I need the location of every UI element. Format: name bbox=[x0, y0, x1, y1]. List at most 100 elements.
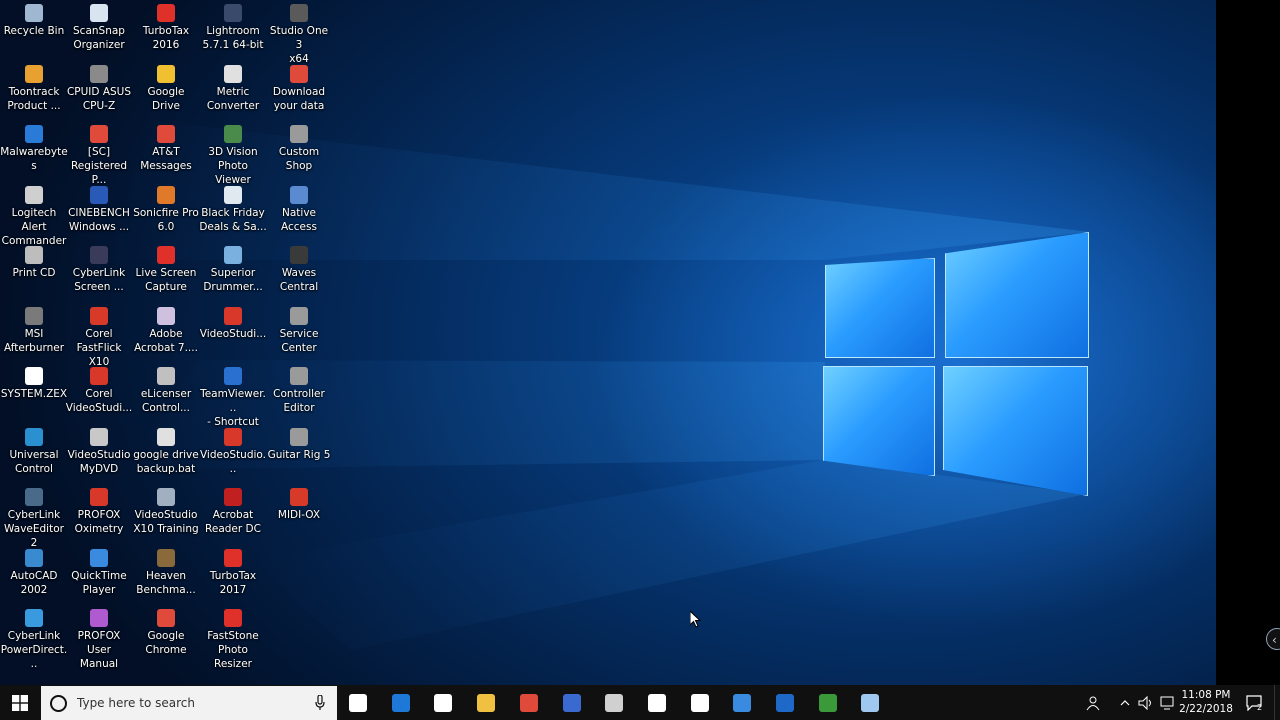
desktop-shortcut[interactable]: Black Friday Deals & Sa... bbox=[199, 185, 267, 234]
desktop-shortcut[interactable]: CPUID ASUS CPU-Z bbox=[65, 64, 133, 113]
desktop-shortcut[interactable]: Guitar Rig 5 bbox=[265, 427, 333, 462]
taskbar-search-box[interactable] bbox=[41, 686, 337, 720]
desktop-shortcut[interactable]: Google Drive bbox=[132, 64, 200, 113]
desktop-shortcut[interactable]: 3D Vision Photo Viewer bbox=[199, 125, 267, 187]
windows-logo-pane bbox=[825, 258, 935, 358]
desktop-shortcut-label: Service Center bbox=[279, 327, 319, 354]
search-input[interactable] bbox=[75, 695, 315, 711]
desktop-shortcut[interactable]: PROFOX Oximetry bbox=[65, 488, 133, 536]
desktop-shortcut[interactable]: Download your data bbox=[265, 64, 333, 113]
microphone-icon[interactable] bbox=[315, 695, 325, 711]
desktop-shortcut[interactable]: Native Access bbox=[265, 185, 333, 234]
desktop-shortcut[interactable]: Studio One 3 x64 bbox=[265, 4, 333, 66]
desktop-shortcut[interactable]: Corel VideoStudi... bbox=[65, 367, 133, 415]
paint-icon bbox=[605, 693, 624, 712]
desktop-shortcut[interactable]: [SC] Registered P... bbox=[65, 125, 133, 187]
desktop-shortcut[interactable]: VideoStudi... bbox=[199, 306, 267, 341]
volume-icon[interactable] bbox=[1136, 685, 1156, 720]
desktop-shortcut[interactable]: CyberLink PowerDirect... bbox=[0, 609, 68, 671]
desktop-shortcut[interactable]: Print CD bbox=[0, 246, 68, 280]
taskbar-app-button[interactable] bbox=[849, 685, 891, 720]
taskbar-app-button[interactable] bbox=[636, 685, 678, 720]
desktop-shortcut[interactable]: Controller Editor bbox=[265, 367, 333, 415]
chevron-up-icon[interactable] bbox=[1116, 685, 1134, 720]
desktop-shortcut[interactable]: CyberLink Screen ... bbox=[65, 246, 133, 294]
desktop-shortcut[interactable]: Universal Control bbox=[0, 427, 68, 476]
desktop-shortcut[interactable]: Recycle Bin bbox=[0, 4, 68, 38]
desktop-shortcut[interactable]: Heaven Benchma... bbox=[132, 548, 200, 597]
desktop-shortcut[interactable]: VideoStudio... bbox=[199, 427, 267, 476]
desktop-shortcut-label: Acrobat Reader DC bbox=[205, 509, 261, 535]
desktop-shortcut[interactable]: FastStone Photo Resizer bbox=[199, 609, 267, 671]
desktop-shortcut[interactable]: MIDI-OX bbox=[265, 488, 333, 522]
bat-file-icon bbox=[157, 427, 175, 446]
desktop-shortcut[interactable]: TurboTax 2017 bbox=[199, 548, 267, 597]
desktop-shortcut[interactable]: AT&T Messages bbox=[132, 125, 200, 173]
pdf-icon bbox=[90, 609, 108, 627]
desktop-shortcut[interactable]: google drive backup.bat bbox=[132, 427, 200, 476]
desktop-shortcut[interactable]: Malwarebytes bbox=[0, 125, 68, 173]
desktop-shortcut-label: CyberLink Screen ... bbox=[72, 267, 126, 293]
taskbar-app-button[interactable] bbox=[465, 685, 507, 720]
taskbar: 11:08 PM 2/22/2018 2 bbox=[0, 685, 1280, 720]
desktop-shortcut[interactable]: Toontrack Product ... bbox=[0, 64, 68, 113]
desktop-shortcut[interactable]: SYSTEM.ZEX bbox=[0, 367, 68, 401]
desktop-shortcut[interactable]: TeamViewer... - Shortcut bbox=[199, 367, 267, 429]
notification-icon: 2 bbox=[1246, 694, 1262, 711]
taskbar-app-button[interactable] bbox=[508, 685, 550, 720]
desktop-shortcut[interactable]: Sonicfire Pro 6.0 bbox=[132, 185, 200, 234]
print-cd-icon bbox=[25, 246, 43, 264]
desktop-shortcut[interactable]: MSI Afterburner bbox=[0, 306, 68, 355]
desktop-shortcut[interactable]: Live Screen Capture bbox=[132, 246, 200, 294]
taskbar-app-button[interactable] bbox=[380, 685, 422, 720]
desktop-shortcut-label: CyberLink PowerDirect... bbox=[0, 630, 68, 670]
native-access-icon bbox=[290, 185, 308, 204]
taskbar-app-button[interactable] bbox=[764, 685, 806, 720]
desktop-shortcut[interactable]: AutoCAD 2002 bbox=[0, 548, 68, 597]
3d-vision-icon bbox=[224, 125, 242, 143]
desktop-shortcut[interactable]: Corel FastFlick X10 bbox=[65, 306, 133, 369]
desktop-shortcut[interactable]: TurboTax 2016 bbox=[132, 4, 200, 52]
desktop-shortcut[interactable]: Metric Converter bbox=[199, 64, 267, 113]
desktop-shortcut-label: Native Access bbox=[281, 206, 317, 233]
desktop-shortcut[interactable]: Google Chrome bbox=[132, 609, 200, 657]
taskbar-app-button[interactable] bbox=[337, 685, 379, 720]
desktop-shortcut[interactable]: Superior Drummer... bbox=[199, 246, 267, 294]
desktop-shortcut[interactable]: Waves Central bbox=[265, 246, 333, 294]
start-button[interactable] bbox=[0, 685, 40, 720]
taskbar-app-button[interactable] bbox=[721, 685, 763, 720]
taskbar-app-button[interactable] bbox=[679, 685, 721, 720]
desktop-shortcut-label: AutoCAD 2002 bbox=[10, 569, 58, 596]
taskbar-app-button[interactable] bbox=[422, 685, 464, 720]
desktop-shortcut[interactable]: QuickTime Player bbox=[65, 548, 133, 597]
quicktime-icon bbox=[90, 548, 108, 567]
desktop-shortcut[interactable]: ScanSnap Organizer bbox=[65, 4, 133, 52]
turbotax-icon bbox=[157, 4, 175, 22]
show-desktop-button[interactable] bbox=[1274, 685, 1280, 720]
desktop-shortcut[interactable]: Logitech Alert Commander bbox=[0, 185, 68, 248]
taskbar-app-button[interactable] bbox=[807, 685, 849, 720]
cortana-icon[interactable] bbox=[50, 694, 67, 712]
action-center-button[interactable]: 2 bbox=[1240, 685, 1270, 720]
desktop-shortcut[interactable]: PROFOX User Manual bbox=[65, 609, 133, 671]
desktop-shortcut[interactable]: Adobe Acrobat 7.... bbox=[132, 306, 200, 355]
chrome-icon bbox=[90, 125, 108, 143]
taskbar-app-button[interactable] bbox=[551, 685, 593, 720]
taskbar-app-button[interactable] bbox=[593, 685, 635, 720]
desktop-shortcut-label: MIDI-OX bbox=[277, 509, 321, 521]
desktop-shortcut[interactable]: Custom Shop bbox=[265, 125, 333, 173]
system-clock[interactable]: 11:08 PM 2/22/2018 bbox=[1176, 688, 1236, 716]
desktop-shortcut-label: Universal Control bbox=[9, 448, 59, 475]
desktop-shortcut[interactable]: VideoStudio MyDVD bbox=[65, 427, 133, 476]
store-icon bbox=[434, 693, 453, 712]
custom-shop-icon bbox=[290, 125, 308, 143]
desktop-shortcut[interactable]: Service Center bbox=[265, 306, 333, 355]
people-icon[interactable] bbox=[1082, 685, 1106, 720]
desktop-shortcut[interactable]: CyberLink WaveEditor 2 bbox=[0, 488, 68, 550]
desktop-shortcut[interactable]: Acrobat Reader DC bbox=[199, 488, 267, 536]
desktop-shortcut[interactable]: VideoStudio X10 Training bbox=[132, 488, 200, 536]
desktop-shortcut[interactable]: Lightroom 5.7.1 64-bit bbox=[199, 4, 267, 52]
desktop-shortcut[interactable]: eLicenser Control... bbox=[132, 367, 200, 415]
desktop-shortcut[interactable]: CINEBENCH Windows ... bbox=[65, 185, 133, 234]
network-icon[interactable] bbox=[1157, 685, 1177, 720]
